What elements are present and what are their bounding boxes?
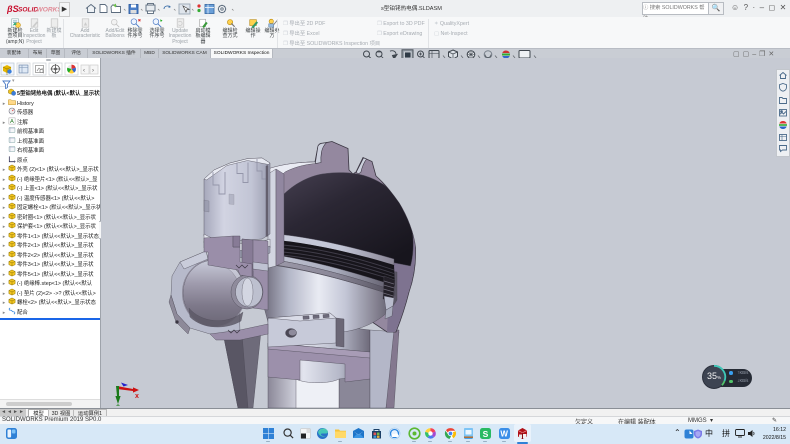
svg-text:A: A — [10, 119, 14, 125]
svg-text:›: › — [92, 68, 94, 74]
svg-text:x: x — [135, 393, 139, 400]
svg-text:SOLID: SOLID — [18, 7, 38, 14]
svg-text:βS: βS — [7, 4, 19, 14]
svg-text:W: W — [500, 430, 508, 439]
svg-text:‹: ‹ — [83, 68, 85, 74]
svg-text:S: S — [483, 429, 489, 439]
svg-text:▲: ▲ — [82, 22, 88, 28]
